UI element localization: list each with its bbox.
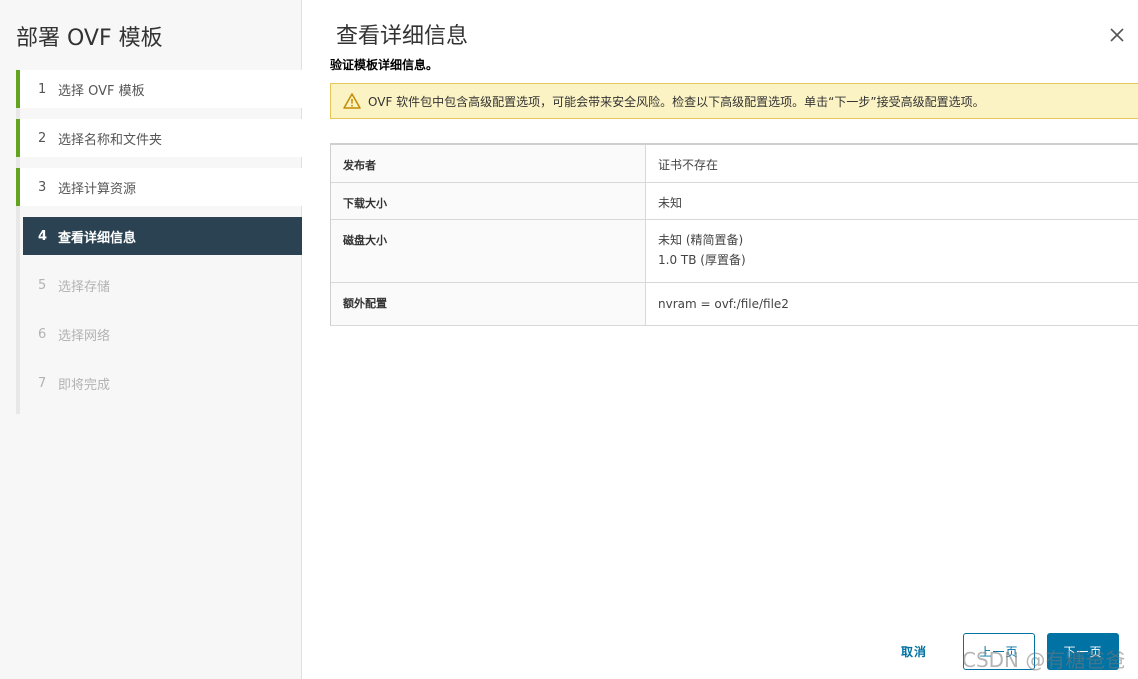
warning-alert: OVF 软件包中包含高级配置选项，可能会带来安全风险。检查以下高级配置选项。单击…	[330, 83, 1138, 119]
wizard-title: 部署 OVF 模板	[16, 26, 163, 51]
step-number: 3	[38, 179, 47, 195]
detail-value: 未知 (精简置备) 1.0 TB (厚置备)	[646, 220, 1138, 282]
detail-key: 下载大小	[331, 183, 646, 219]
details-grid: 发布者 证书不存在 下载大小 未知 磁盘大小 未知 (精简置备) 1.0 TB …	[330, 143, 1138, 326]
step-select-ovf-template[interactable]: 1 选择 OVF 模板	[16, 70, 302, 108]
detail-row-publisher: 发布者 证书不存在	[331, 145, 1138, 183]
step-select-name-folder[interactable]: 2 选择名称和文件夹	[16, 119, 302, 157]
step-label: 选择存储	[58, 279, 111, 295]
warning-text: OVF 软件包中包含高级配置选项，可能会带来安全风险。检查以下高级配置选项。单击…	[368, 94, 985, 109]
detail-value-line: 1.0 TB (厚置备)	[658, 253, 746, 267]
detail-row-disk-size: 磁盘大小 未知 (精简置备) 1.0 TB (厚置备)	[331, 220, 1138, 283]
step-label: 即将完成	[58, 377, 111, 393]
detail-value-line: nvram = ovf:/file/file2	[658, 297, 789, 311]
step-number: 6	[38, 326, 47, 342]
step-number: 5	[38, 277, 47, 293]
step-label: 选择 OVF 模板	[58, 83, 145, 99]
step-label: 选择网络	[58, 328, 111, 344]
wizard-main: 查看详细信息 验证模板详细信息。 OVF 软件包中包含高级配置选项，可能会带来安…	[303, 0, 1138, 679]
detail-value: 未知	[646, 183, 1138, 219]
detail-key: 额外配置	[331, 283, 646, 325]
step-ready-to-complete: 7 即将完成	[16, 364, 302, 402]
step-number: 7	[38, 375, 47, 391]
step-label: 查看详细信息	[58, 230, 137, 246]
detail-value-line: 证书不存在	[658, 158, 719, 172]
step-number: 2	[38, 130, 47, 146]
close-icon[interactable]	[1106, 24, 1128, 46]
detail-value-line: 未知 (精简置备)	[658, 233, 744, 247]
page-title: 查看详细信息	[336, 24, 469, 49]
detail-row-extra-config: 额外配置 nvram = ovf:/file/file2	[331, 283, 1138, 326]
wizard-steps: 1 选择 OVF 模板 2 选择名称和文件夹 3 选择计算资源 4 查看详细信息…	[16, 70, 302, 413]
step-select-storage: 5 选择存储	[16, 266, 302, 304]
detail-value: nvram = ovf:/file/file2	[646, 283, 1138, 325]
step-label: 选择名称和文件夹	[58, 132, 163, 148]
step-review-details[interactable]: 4 查看详细信息	[23, 217, 302, 255]
detail-key: 发布者	[331, 145, 646, 182]
step-label: 选择计算资源	[58, 181, 137, 197]
step-number: 1	[38, 81, 47, 97]
step-number: 4	[38, 228, 48, 244]
page-subtitle: 验证模板详细信息。	[330, 58, 439, 72]
step-select-compute-resource[interactable]: 3 选择计算资源	[16, 168, 302, 206]
detail-value: 证书不存在	[646, 145, 1138, 182]
wizard-sidebar: 部署 OVF 模板 1 选择 OVF 模板 2 选择名称和文件夹 3 选择计算资…	[0, 0, 302, 679]
detail-value-line: 未知	[658, 196, 683, 210]
warning-triangle-icon	[343, 93, 361, 109]
step-select-network: 6 选择网络	[16, 315, 302, 353]
cancel-button[interactable]: 取消	[892, 633, 936, 670]
detail-row-download-size: 下载大小 未知	[331, 183, 1138, 220]
csdn-watermark: CSDN @有糖爸爸	[962, 648, 1126, 672]
detail-key: 磁盘大小	[331, 220, 646, 282]
deploy-ovf-wizard: 部署 OVF 模板 1 选择 OVF 模板 2 选择名称和文件夹 3 选择计算资…	[0, 0, 1138, 679]
